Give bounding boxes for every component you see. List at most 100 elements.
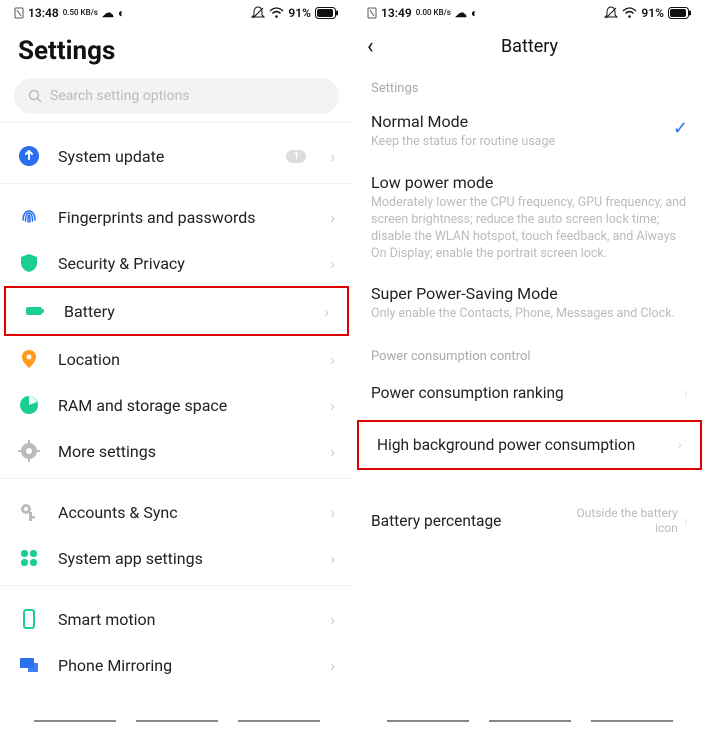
chevron-right-icon: › [678,437,682,453]
shield-icon [18,252,40,274]
header: ‹ Battery [353,24,706,67]
mirror-icon [18,654,40,676]
page-title: Settings [0,24,353,78]
check-icon: ✓ [673,118,688,139]
update-icon [18,145,40,167]
status-net: 0.00 KB/s [416,9,451,17]
row-label: Location [58,350,312,369]
dnd-icon [604,6,618,20]
mode-desc: Moderately lower the CPU frequency, GPU … [371,195,688,263]
section-pcc-label: Power consumption control [353,335,706,370]
chevron-right-icon: › [330,254,335,273]
chevron-right-icon: › [330,208,335,227]
chevron-right-icon: › [330,503,335,522]
mode-name: Normal Mode [371,112,688,131]
apps-icon [18,547,40,569]
header-title: Battery [395,36,692,57]
key-icon [18,501,40,523]
section-settings-label: Settings [353,67,706,102]
chevron-right-icon: › [330,350,335,369]
row-label: Security & Privacy [58,254,312,273]
settings-screen: 13:48 0.50 KB/s ☁ ◐ 91% Settings Search … [0,0,353,730]
chevron-right-icon: › [330,396,335,415]
row-system-update[interactable]: System update 1 › [0,133,353,179]
row-accounts[interactable]: Accounts & Sync › [0,489,353,535]
settings-group-3: Accounts & Sync › System app settings › [0,485,353,585]
mode-desc: Keep the status for routine usage [371,134,688,151]
status-bar: 13:48 0.50 KB/s ☁ ◐ 91% [0,0,353,24]
chevron-right-icon: › [684,513,688,529]
update-badge: 1 [286,150,306,163]
row-label: Phone Mirroring [58,656,312,675]
settings-group-2: Fingerprints and passwords › Security & … [0,190,353,478]
battery-icon [24,300,46,322]
gear-icon [18,440,40,462]
search-input[interactable]: Search setting options [14,78,339,114]
settings-group-1: System update 1 › [0,129,353,183]
chevron-right-icon: › [330,610,335,629]
compass-icon: ◐ [471,6,478,20]
mode-desc: Only enable the Contacts, Phone, Message… [371,306,688,323]
fingerprint-icon [18,206,40,228]
battery-screen: 13:49 0.00 KB/s ☁ ◐ 91% ‹ Battery Settin… [353,0,706,730]
row-label: System app settings [58,549,312,568]
row-power-ranking[interactable]: Power consumption ranking › [353,370,706,416]
row-value: Outside the battery icon [558,506,678,535]
chevron-right-icon: › [330,442,335,461]
battery-pct: 91% [288,6,311,20]
location-icon [18,348,40,370]
chevron-right-icon: › [684,385,688,401]
mode-super[interactable]: Super Power-Saving Mode Only enable the … [353,274,706,335]
row-location[interactable]: Location › [0,336,353,382]
compass-icon: ◐ [118,6,125,20]
mode-low[interactable]: Low power mode Moderately lower the CPU … [353,163,706,275]
status-net: 0.50 KB/s [63,9,98,17]
battery-icon [668,7,692,19]
search-placeholder: Search setting options [50,88,190,104]
storage-icon [18,394,40,416]
row-label: System update [58,147,268,166]
row-battery-percentage[interactable]: Battery percentage Outside the battery i… [353,492,706,549]
status-bar: 13:49 0.00 KB/s ☁ ◐ 91% [353,0,706,24]
wifi-icon [269,7,284,19]
cloud-icon: ☁ [455,6,467,20]
row-label: Battery percentage [371,512,558,530]
row-sysapp[interactable]: System app settings › [0,535,353,581]
row-high-bg[interactable]: High background power consumption › [359,422,700,468]
row-label: Battery [64,302,306,321]
wifi-icon [622,7,637,19]
cloud-icon: ☁ [102,6,114,20]
row-fingerprints[interactable]: Fingerprints and passwords › [0,194,353,240]
highlight-highbg: High background power consumption › [357,420,702,470]
row-battery[interactable]: Battery › [6,288,347,334]
nav-indicator [353,720,706,722]
nav-indicator [0,720,353,722]
row-ram[interactable]: RAM and storage space › [0,382,353,428]
row-security[interactable]: Security & Privacy › [0,240,353,286]
row-label: Smart motion [58,610,312,629]
dnd-icon [251,6,265,20]
row-label: Accounts & Sync [58,503,312,522]
battery-pct: 91% [641,6,664,20]
sim-icon [14,7,24,19]
row-more[interactable]: More settings › [0,428,353,474]
chevron-right-icon: › [330,147,335,166]
battery-icon [315,7,339,19]
row-mirror[interactable]: Phone Mirroring › [0,642,353,688]
chevron-right-icon: › [330,549,335,568]
phone-icon [18,608,40,630]
chevron-right-icon: › [324,302,329,321]
row-smart[interactable]: Smart motion › [0,596,353,642]
mode-normal[interactable]: Normal Mode Keep the status for routine … [353,102,706,163]
row-label: RAM and storage space [58,396,312,415]
status-time: 13:49 [381,6,412,20]
sim-icon [367,7,377,19]
row-label: More settings [58,442,312,461]
status-time: 13:48 [28,6,59,20]
row-label: High background power consumption [377,436,678,454]
back-button[interactable]: ‹ [367,34,395,59]
row-label: Power consumption ranking [371,384,684,402]
search-icon [28,89,42,103]
mode-name: Low power mode [371,173,688,192]
highlight-battery: Battery › [4,286,349,336]
